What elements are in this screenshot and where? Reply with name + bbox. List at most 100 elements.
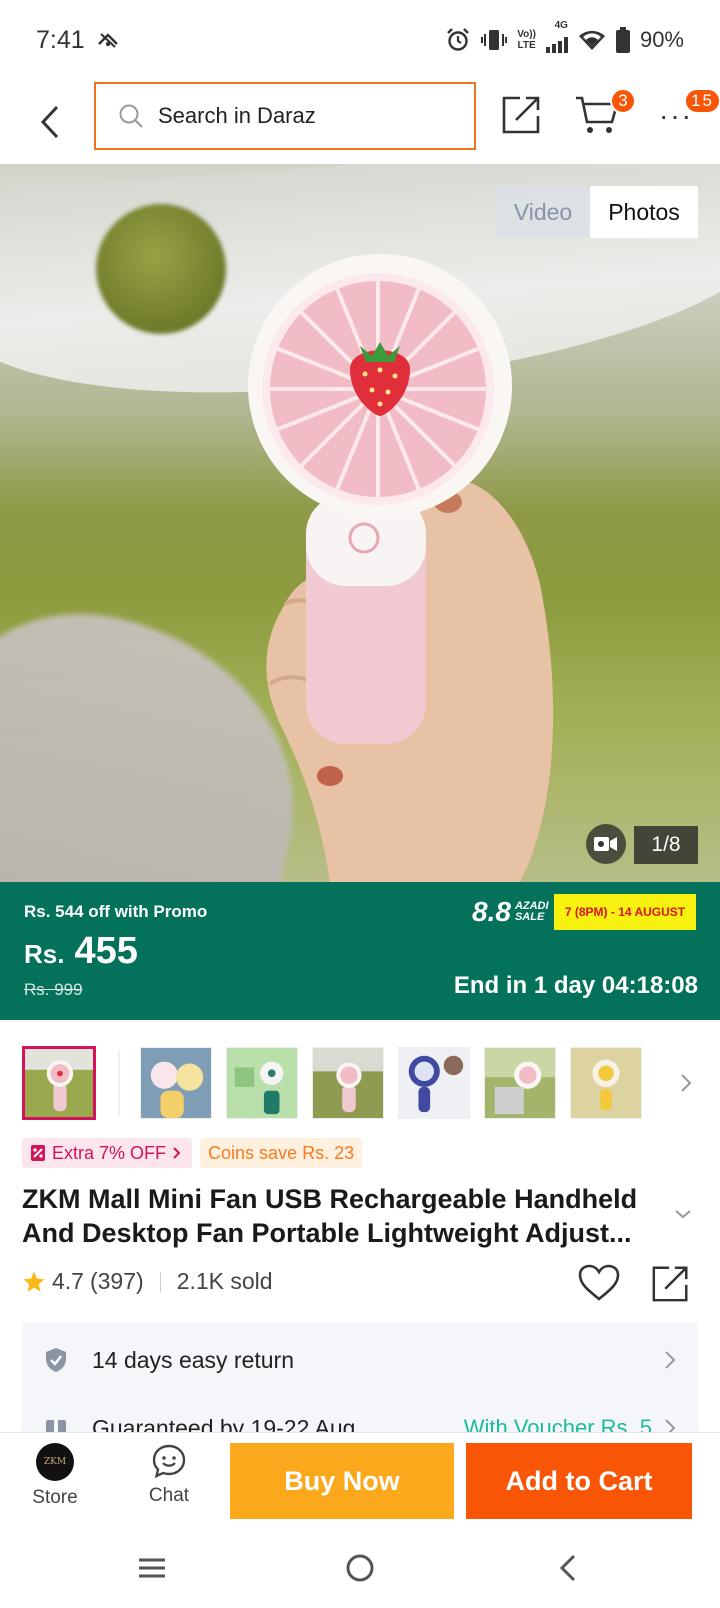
price-currency: Rs. bbox=[24, 939, 65, 969]
back-icon bbox=[40, 105, 59, 139]
network-labels: Vo)) LTE bbox=[517, 29, 536, 51]
chat-label: Chat bbox=[148, 1485, 190, 1506]
store-label: Store bbox=[32, 1487, 78, 1508]
play-video-button[interactable] bbox=[586, 824, 626, 864]
cart-count-badge: 3 bbox=[610, 88, 636, 114]
promo-text: Rs. 544 off with Promo bbox=[24, 902, 208, 921]
notification-count-badge: 15 bbox=[684, 88, 720, 114]
store-logo: ZKM bbox=[36, 1443, 74, 1481]
thumbnail-strip bbox=[22, 1044, 698, 1122]
recent-apps-button[interactable] bbox=[132, 1548, 172, 1588]
signal-group: 4G bbox=[545, 20, 568, 60]
thumbnail-divider bbox=[118, 1050, 120, 1116]
product-photo bbox=[248, 254, 554, 882]
thumbnail[interactable] bbox=[226, 1047, 298, 1119]
system-navigation-bar bbox=[0, 1526, 720, 1608]
sale-tag: AZADI SALE bbox=[515, 901, 549, 923]
back-nav-icon bbox=[559, 1554, 576, 1582]
thumbnail[interactable] bbox=[484, 1047, 556, 1119]
chevron-down-icon bbox=[675, 1210, 691, 1219]
sale-number: 8.8 bbox=[472, 896, 511, 927]
back-button[interactable] bbox=[30, 98, 70, 146]
thumbnail[interactable] bbox=[22, 1046, 96, 1120]
return-policy-text: 14 days easy return bbox=[92, 1346, 295, 1373]
return-policy-row[interactable]: 14 days easy return bbox=[22, 1330, 698, 1390]
menu-icon bbox=[139, 1558, 165, 1578]
volte-label: Vo)) bbox=[517, 29, 536, 40]
delivery-text: Guaranteed by 19-22 Aug bbox=[92, 1414, 356, 1433]
extra-off-label: Extra 7% OFF bbox=[52, 1142, 167, 1163]
share-product-button[interactable] bbox=[650, 1262, 692, 1309]
search-input[interactable]: Search in Daraz bbox=[94, 82, 476, 150]
thumbnail-next-button[interactable] bbox=[674, 1073, 698, 1093]
thumbnail[interactable] bbox=[140, 1047, 212, 1119]
search-placeholder: Search in Daraz bbox=[158, 103, 316, 128]
status-bar: 7:41 Vo)) LTE 4G 90% bbox=[0, 0, 720, 80]
media-toggle: Video Photos bbox=[496, 186, 698, 238]
image-counter: 1/8 bbox=[634, 826, 698, 864]
battery-level: 90% bbox=[639, 27, 684, 52]
search-icon bbox=[119, 104, 143, 128]
service-info-card: 14 days easy return Guaranteed by 19-22 … bbox=[22, 1322, 698, 1432]
promo-tags: Extra 7% OFF Coins save Rs. 23 bbox=[22, 1138, 363, 1168]
chevron-right-icon bbox=[681, 1074, 692, 1092]
thumbnail[interactable] bbox=[312, 1047, 384, 1119]
more-button[interactable]: ··· 15 bbox=[654, 88, 720, 140]
sale-dates: 7 (8PM) - 14 AUGUST bbox=[554, 894, 696, 930]
video-icon bbox=[594, 837, 617, 851]
video-tab[interactable]: Video bbox=[496, 186, 590, 238]
price-banner: Rs. 544 off with Promo Rs. 455 Rs. 999 8… bbox=[0, 882, 720, 1020]
bottom-action-bar: ZKM Store Chat Buy Now Add to Cart bbox=[0, 1432, 720, 1526]
chat-icon bbox=[152, 1444, 186, 1479]
original-price: Rs. 999 bbox=[24, 980, 83, 999]
home-icon bbox=[346, 1554, 374, 1582]
status-time: 7:41 bbox=[36, 25, 85, 54]
alarm-icon bbox=[445, 27, 471, 53]
expand-title-button[interactable] bbox=[674, 1206, 692, 1224]
delivery-row[interactable]: Guaranteed by 19-22 Aug With Voucher Rs.… bbox=[22, 1398, 698, 1432]
buy-now-button[interactable]: Buy Now bbox=[230, 1443, 454, 1519]
sold-count: 2.1K sold bbox=[176, 1268, 273, 1294]
chat-button[interactable]: Chat bbox=[136, 1443, 202, 1519]
extra-off-tag[interactable]: Extra 7% OFF bbox=[22, 1138, 193, 1168]
wishlist-button[interactable] bbox=[578, 1264, 620, 1307]
network-type: 4G bbox=[554, 20, 568, 31]
voucher-text: With Voucher Rs. 5 bbox=[463, 1415, 652, 1432]
share-icon bbox=[502, 96, 540, 134]
chevron-right-icon bbox=[665, 1419, 676, 1432]
vibrate-icon bbox=[481, 28, 508, 52]
review-count: (397) bbox=[89, 1268, 144, 1294]
price: Rs. 455 bbox=[24, 930, 138, 973]
voucher-icon bbox=[31, 1145, 45, 1161]
rating-value: 4.7 bbox=[52, 1268, 84, 1294]
shield-icon bbox=[42, 1347, 70, 1373]
heart-icon bbox=[578, 1264, 620, 1301]
thumbnail[interactable] bbox=[570, 1047, 642, 1119]
photos-tab[interactable]: Photos bbox=[590, 186, 698, 238]
cart-button[interactable]: 3 bbox=[574, 88, 636, 140]
star-icon bbox=[23, 1271, 45, 1292]
sale-logo: 8.8 AZADI SALE bbox=[472, 896, 549, 928]
rating-row[interactable]: 4.7 (397) 2.1K sold bbox=[22, 1268, 273, 1295]
battery-icon bbox=[615, 27, 630, 53]
store-button[interactable]: ZKM Store bbox=[22, 1443, 88, 1519]
add-to-cart-button[interactable]: Add to Cart bbox=[466, 1443, 692, 1519]
countdown-timer: End in 1 day 04:18:08 bbox=[453, 972, 698, 999]
chevron-right-icon bbox=[665, 1351, 676, 1369]
share-icon bbox=[652, 1266, 688, 1302]
home-button[interactable] bbox=[340, 1548, 380, 1588]
share-button[interactable] bbox=[500, 92, 548, 140]
sale-tag-bottom: SALE bbox=[514, 911, 545, 923]
product-title: ZKM Mall Mini Fan USB Rechargeable Handh… bbox=[22, 1184, 638, 1248]
product-image-gallery[interactable]: Video Photos 1/8 bbox=[0, 164, 720, 882]
thumbnail[interactable] bbox=[398, 1047, 470, 1119]
system-back-button[interactable] bbox=[548, 1548, 588, 1588]
signal-icon bbox=[545, 31, 568, 60]
chevron-right-icon bbox=[173, 1147, 181, 1159]
delivery-icon bbox=[42, 1416, 70, 1432]
price-value: 455 bbox=[74, 930, 138, 972]
no-sim-alert-icon bbox=[97, 32, 119, 48]
top-navigation: Search in Daraz 3 ··· 15 bbox=[0, 80, 720, 164]
rating-divider bbox=[159, 1271, 161, 1292]
coins-tag: Coins save Rs. 23 bbox=[200, 1138, 363, 1168]
